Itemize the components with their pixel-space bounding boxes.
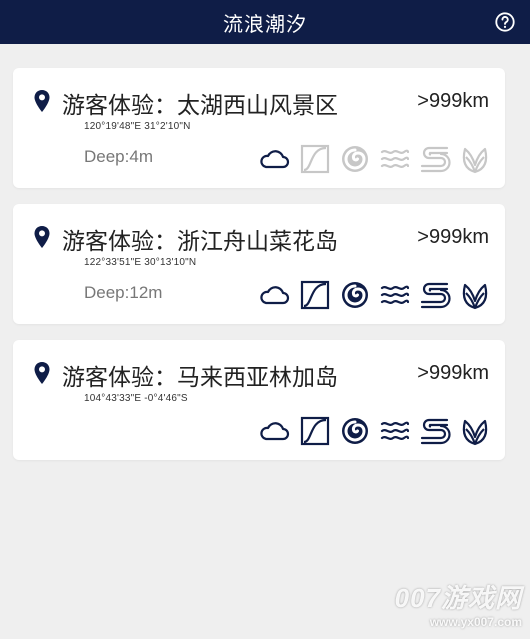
tide-curve-icon bbox=[300, 280, 330, 310]
spot-distance: >999km bbox=[417, 90, 489, 112]
condition-icons bbox=[259, 415, 491, 447]
spot-distance: >999km bbox=[417, 226, 489, 248]
spot-name: 游客体验：马来西亚林加岛 bbox=[62, 364, 338, 390]
watermark-url: www.yx007.com bbox=[429, 615, 522, 629]
location-pin-icon bbox=[34, 90, 50, 112]
top-app-bar: 流浪潮汐 bbox=[0, 0, 530, 44]
location-pin-icon bbox=[34, 362, 50, 384]
watermark: 007游戏网 www.yx007.com bbox=[395, 578, 522, 629]
cloud-icon bbox=[260, 286, 290, 305]
seaweed-icon bbox=[462, 419, 488, 446]
current-icon bbox=[420, 418, 451, 445]
spot-name: 游客体验：太湖西山风景区 bbox=[62, 92, 338, 118]
spot-depth: Deep:4m bbox=[84, 147, 153, 166]
seaweed-icon bbox=[462, 283, 488, 310]
spot-depth: Deep:12m bbox=[84, 283, 163, 302]
waves-icon bbox=[380, 149, 410, 168]
spot-name: 游客体验：浙江舟山菜花岛 bbox=[62, 228, 338, 254]
tide-curve-icon bbox=[300, 144, 330, 174]
spot-coordinates: 122°33'51"E 30°13'10"N bbox=[84, 257, 197, 268]
waves-icon bbox=[380, 285, 410, 304]
cloud-icon bbox=[260, 422, 290, 441]
condition-icons bbox=[259, 143, 491, 175]
spot-coordinates: 104°43'33"E -0°4'46"S bbox=[84, 393, 188, 404]
spot-coordinates: 120°19'48"E 31°2'10"N bbox=[84, 121, 191, 132]
watermark-main: 007游戏网 bbox=[394, 583, 522, 613]
page-title: 流浪潮汐 bbox=[223, 13, 307, 36]
seaweed-icon bbox=[462, 147, 488, 174]
current-icon bbox=[420, 282, 451, 309]
spot-card[interactable]: 游客体验：马来西亚林加岛 104°43'33"E -0°4'46"S >999k… bbox=[13, 340, 505, 460]
tide-curve-icon bbox=[300, 416, 330, 446]
condition-icons bbox=[259, 279, 491, 311]
app-window: 流浪潮汐 游客体验：太湖西山风景区 120°19'48"E 31°2'10"N … bbox=[0, 0, 530, 639]
cloud-icon bbox=[260, 150, 290, 169]
current-icon bbox=[420, 146, 451, 173]
spot-card[interactable]: 游客体验：浙江舟山菜花岛 122°33'51"E 30°13'10"N >999… bbox=[13, 204, 505, 324]
swirl-icon bbox=[342, 282, 368, 308]
help-icon[interactable] bbox=[494, 11, 516, 33]
waves-icon bbox=[380, 421, 410, 440]
location-pin-icon bbox=[34, 226, 50, 248]
spot-distance: >999km bbox=[417, 362, 489, 384]
swirl-icon bbox=[342, 146, 368, 172]
spot-card[interactable]: 游客体验：太湖西山风景区 120°19'48"E 31°2'10"N >999k… bbox=[13, 68, 505, 188]
swirl-icon bbox=[342, 418, 368, 444]
